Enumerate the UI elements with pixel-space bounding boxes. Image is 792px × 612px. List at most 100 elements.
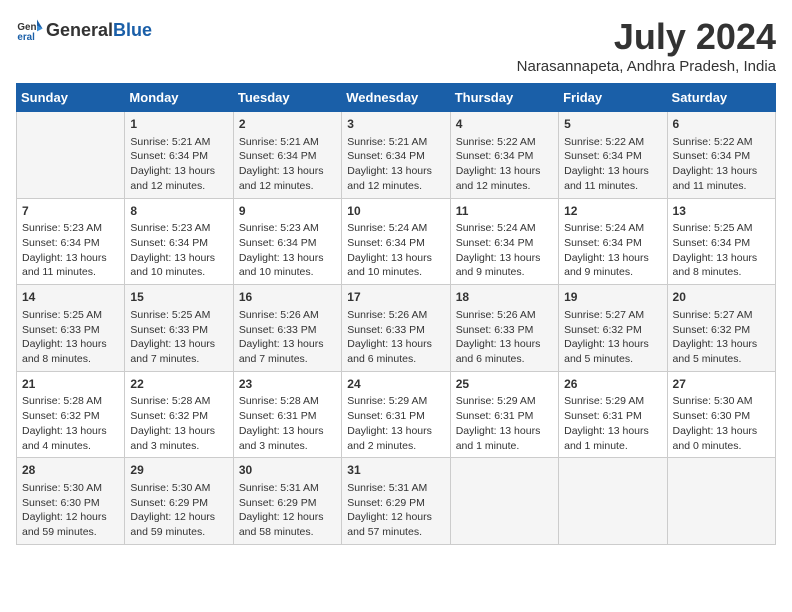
day-info: Sunrise: 5:28 AMSunset: 6:32 PMDaylight:… xyxy=(22,394,119,453)
weekday-header-sunday: Sunday xyxy=(17,84,125,112)
calendar-cell: 19 Sunrise: 5:27 AMSunset: 6:32 PMDayligh… xyxy=(559,285,667,372)
day-info: Sunrise: 5:29 AMSunset: 6:31 PMDaylight:… xyxy=(564,394,661,453)
day-info: Sunrise: 5:21 AMSunset: 6:34 PMDaylight:… xyxy=(130,135,227,194)
calendar-cell: 20Sunrise: 5:27 AMSunset: 6:32 PMDayligh… xyxy=(667,285,775,372)
day-info: Sunrise: 5:23 AMSunset: 6:34 PMDaylight:… xyxy=(239,221,336,280)
calendar-cell: 15 Sunrise: 5:25 AMSunset: 6:33 PMDayligh… xyxy=(125,285,233,372)
day-info: Sunrise: 5:25 AMSunset: 6:33 PMDaylight:… xyxy=(130,308,227,367)
calendar-cell xyxy=(450,458,558,545)
day-number: 16 xyxy=(239,289,336,306)
day-info: Sunrise: 5:25 AMSunset: 6:34 PMDaylight:… xyxy=(673,221,770,280)
weekday-header-saturday: Saturday xyxy=(667,84,775,112)
day-number: 14 xyxy=(22,289,119,306)
day-info: Sunrise: 5:31 AMSunset: 6:29 PMDaylight:… xyxy=(347,481,444,540)
day-info: Sunrise: 5:27 AMSunset: 6:32 PMDaylight:… xyxy=(673,308,770,367)
day-number: 22 xyxy=(130,376,227,393)
calendar-cell: 17Sunrise: 5:26 AMSunset: 6:33 PMDayligh… xyxy=(342,285,450,372)
day-info: Sunrise: 5:22 AMSunset: 6:34 PMDaylight:… xyxy=(456,135,553,194)
day-info: Sunrise: 5:28 AMSunset: 6:32 PMDaylight:… xyxy=(130,394,227,453)
day-info: Sunrise: 5:29 AMSunset: 6:31 PMDaylight:… xyxy=(347,394,444,453)
calendar-cell: 13Sunrise: 5:25 AMSunset: 6:34 PMDayligh… xyxy=(667,198,775,285)
day-number: 7 xyxy=(22,203,119,220)
day-number: 10 xyxy=(347,203,444,220)
day-info: Sunrise: 5:22 AMSunset: 6:34 PMDaylight:… xyxy=(564,135,661,194)
calendar-cell: 24Sunrise: 5:29 AMSunset: 6:31 PMDayligh… xyxy=(342,371,450,458)
page-header: Gen eral GeneralBlue July 2024 Narasanna… xyxy=(16,16,776,75)
day-number: 24 xyxy=(347,376,444,393)
logo-text: GeneralBlue xyxy=(46,20,152,41)
calendar-cell: 12Sunrise: 5:24 AMSunset: 6:34 PMDayligh… xyxy=(559,198,667,285)
day-number: 5 xyxy=(564,116,661,133)
calendar-cell: 22Sunrise: 5:28 AMSunset: 6:32 PMDayligh… xyxy=(125,371,233,458)
day-info: Sunrise: 5:30 AMSunset: 6:29 PMDaylight:… xyxy=(130,481,227,540)
day-info: Sunrise: 5:28 AMSunset: 6:31 PMDaylight:… xyxy=(239,394,336,453)
day-info: Sunrise: 5:31 AMSunset: 6:29 PMDaylight:… xyxy=(239,481,336,540)
calendar-cell: 8Sunrise: 5:23 AMSunset: 6:34 PMDaylight… xyxy=(125,198,233,285)
calendar-cell: 31Sunrise: 5:31 AMSunset: 6:29 PMDayligh… xyxy=(342,458,450,545)
calendar-cell: 28Sunrise: 5:30 AMSunset: 6:30 PMDayligh… xyxy=(17,458,125,545)
calendar-cell: 9Sunrise: 5:23 AMSunset: 6:34 PMDaylight… xyxy=(233,198,341,285)
calendar-week-row: 14 Sunrise: 5:25 AMSunset: 6:33 PMDayligh… xyxy=(17,285,776,372)
day-number: 3 xyxy=(347,116,444,133)
day-info: Sunrise: 5:27 AMSunset: 6:32 PMDaylight:… xyxy=(564,308,661,367)
calendar-cell: 4 Sunrise: 5:22 AMSunset: 6:34 PMDaylight… xyxy=(450,112,558,199)
day-number: 27 xyxy=(673,376,770,393)
calendar-cell xyxy=(559,458,667,545)
day-info: Sunrise: 5:22 AMSunset: 6:34 PMDaylight:… xyxy=(673,135,770,194)
day-number: 23 xyxy=(239,376,336,393)
calendar-cell xyxy=(667,458,775,545)
calendar-cell: 26Sunrise: 5:29 AMSunset: 6:31 PMDayligh… xyxy=(559,371,667,458)
calendar-week-row: 1 Sunrise: 5:21 AMSunset: 6:34 PMDaylight… xyxy=(17,112,776,199)
day-number: 29 xyxy=(130,462,227,479)
calendar-cell: 23Sunrise: 5:28 AMSunset: 6:31 PMDayligh… xyxy=(233,371,341,458)
day-info: Sunrise: 5:21 AMSunset: 6:34 PMDaylight:… xyxy=(239,135,336,194)
logo: Gen eral GeneralBlue xyxy=(16,16,152,44)
day-info: Sunrise: 5:30 AMSunset: 6:30 PMDaylight:… xyxy=(673,394,770,453)
day-number: 13 xyxy=(673,203,770,220)
day-number: 8 xyxy=(130,203,227,220)
day-number: 19 xyxy=(564,289,661,306)
location-title: Narasannapeta, Andhra Pradesh, India xyxy=(517,58,776,75)
calendar-cell: 2 Sunrise: 5:21 AMSunset: 6:34 PMDaylight… xyxy=(233,112,341,199)
calendar-cell: 11Sunrise: 5:24 AMSunset: 6:34 PMDayligh… xyxy=(450,198,558,285)
day-number: 30 xyxy=(239,462,336,479)
weekday-header-friday: Friday xyxy=(559,84,667,112)
calendar-week-row: 21Sunrise: 5:28 AMSunset: 6:32 PMDayligh… xyxy=(17,371,776,458)
calendar-cell: 29 Sunrise: 5:30 AMSunset: 6:29 PMDayligh… xyxy=(125,458,233,545)
day-number: 25 xyxy=(456,376,553,393)
calendar-cell: 3 Sunrise: 5:21 AMSunset: 6:34 PMDaylight… xyxy=(342,112,450,199)
calendar-cell: 10Sunrise: 5:24 AMSunset: 6:34 PMDayligh… xyxy=(342,198,450,285)
calendar-cell: 5 Sunrise: 5:22 AMSunset: 6:34 PMDaylight… xyxy=(559,112,667,199)
weekday-header-row: SundayMondayTuesdayWednesdayThursdayFrid… xyxy=(17,84,776,112)
day-info: Sunrise: 5:24 AMSunset: 6:34 PMDaylight:… xyxy=(564,221,661,280)
day-number: 21 xyxy=(22,376,119,393)
day-info: Sunrise: 5:26 AMSunset: 6:33 PMDaylight:… xyxy=(456,308,553,367)
calendar-week-row: 7Sunrise: 5:23 AMSunset: 6:34 PMDaylight… xyxy=(17,198,776,285)
calendar-cell: 21Sunrise: 5:28 AMSunset: 6:32 PMDayligh… xyxy=(17,371,125,458)
day-number: 12 xyxy=(564,203,661,220)
day-number: 4 xyxy=(456,116,553,133)
day-number: 15 xyxy=(130,289,227,306)
calendar-cell xyxy=(17,112,125,199)
calendar-cell: 27Sunrise: 5:30 AMSunset: 6:30 PMDayligh… xyxy=(667,371,775,458)
calendar-cell: 1 Sunrise: 5:21 AMSunset: 6:34 PMDaylight… xyxy=(125,112,233,199)
calendar-cell: 25Sunrise: 5:29 AMSunset: 6:31 PMDayligh… xyxy=(450,371,558,458)
weekday-header-thursday: Thursday xyxy=(450,84,558,112)
calendar-cell: 6 Sunrise: 5:22 AMSunset: 6:34 PMDaylight… xyxy=(667,112,775,199)
calendar-week-row: 28Sunrise: 5:30 AMSunset: 6:30 PMDayligh… xyxy=(17,458,776,545)
day-number: 18 xyxy=(456,289,553,306)
calendar-cell: 14 Sunrise: 5:25 AMSunset: 6:33 PMDayligh… xyxy=(17,285,125,372)
day-number: 6 xyxy=(673,116,770,133)
day-info: Sunrise: 5:24 AMSunset: 6:34 PMDaylight:… xyxy=(456,221,553,280)
calendar-cell: 7Sunrise: 5:23 AMSunset: 6:34 PMDaylight… xyxy=(17,198,125,285)
weekday-header-wednesday: Wednesday xyxy=(342,84,450,112)
day-number: 1 xyxy=(130,116,227,133)
day-number: 9 xyxy=(239,203,336,220)
day-info: Sunrise: 5:23 AMSunset: 6:34 PMDaylight:… xyxy=(22,221,119,280)
day-info: Sunrise: 5:21 AMSunset: 6:34 PMDaylight:… xyxy=(347,135,444,194)
day-info: Sunrise: 5:30 AMSunset: 6:30 PMDaylight:… xyxy=(22,481,119,540)
day-number: 2 xyxy=(239,116,336,133)
day-info: Sunrise: 5:26 AMSunset: 6:33 PMDaylight:… xyxy=(239,308,336,367)
day-info: Sunrise: 5:25 AMSunset: 6:33 PMDaylight:… xyxy=(22,308,119,367)
logo-icon: Gen eral xyxy=(16,16,44,44)
